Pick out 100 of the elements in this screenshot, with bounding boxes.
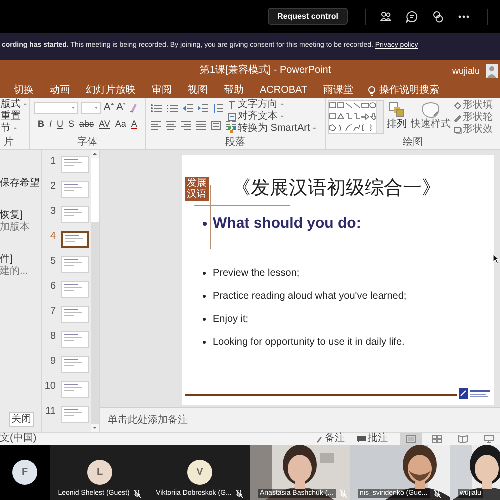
ribbon-tab[interactable]: 切换	[12, 84, 36, 98]
notes-button[interactable]: 备注	[316, 434, 345, 444]
ribbon-tab[interactable]: 视图	[186, 84, 210, 98]
pen-icon	[454, 114, 462, 122]
avatar: V	[188, 460, 212, 485]
ribbon-command[interactable]: 重置	[1, 111, 28, 123]
bullet-icon	[203, 341, 206, 344]
format-button[interactable]: U	[57, 119, 64, 130]
format-button[interactable]: AV	[99, 119, 110, 130]
scrollbar-thumb[interactable]	[91, 158, 99, 222]
comment-icon	[357, 436, 366, 442]
slide-number: 3	[49, 206, 56, 218]
close-button[interactable]: 关闭	[9, 412, 34, 427]
mic-off-icon	[134, 490, 142, 498]
ribbon-tab[interactable]: 幻灯片放映	[84, 84, 138, 98]
ribbon-command[interactable]: 形状填	[454, 100, 500, 112]
quick-styles-button[interactable]: 快速样式	[410, 100, 452, 137]
format-button[interactable]: A	[131, 119, 138, 130]
slideshow-icon	[484, 435, 494, 443]
bullet-text: Practice reading aloud what you've learned;	[213, 290, 407, 304]
ribbon-tab[interactable]: 帮助	[222, 84, 246, 98]
bullet-icon	[203, 318, 206, 321]
recovery-title: 恢复]	[0, 210, 24, 222]
scroll-down-icon[interactable]	[91, 424, 99, 432]
more-icon[interactable]	[458, 14, 470, 18]
ribbon-tab[interactable]: 动画	[48, 84, 72, 98]
ribbon-command[interactable]: 节 -	[1, 123, 28, 135]
user-icon[interactable]	[486, 64, 498, 78]
bullet-text: Enjoy it;	[213, 313, 249, 327]
recovery-title: 件]	[0, 254, 14, 266]
slide-number: 5	[49, 256, 56, 268]
group-label: 字体	[76, 137, 98, 149]
slide-number: 4	[49, 231, 56, 243]
group-label: 段落	[224, 137, 246, 149]
line-spacing-icon[interactable]	[213, 104, 223, 113]
shrink-font-button[interactable]: A	[116, 102, 126, 114]
align-left-icon[interactable]	[151, 121, 161, 130]
ribbon-command[interactable]: 转换为 SmartArt -	[228, 123, 316, 135]
align-right-icon[interactable]	[181, 121, 191, 130]
scroll-up-icon[interactable]	[91, 150, 99, 158]
shape-effects-icon	[454, 126, 462, 134]
down-caret-icon	[123, 103, 126, 105]
window-title: 第1课[兼容模式] - PowerPoint	[200, 66, 332, 76]
shape-gallery[interactable]	[328, 100, 384, 134]
distributed-icon[interactable]	[211, 121, 221, 130]
bullet-text: Looking for opportunity to use it in daily life.	[213, 336, 405, 350]
notes-icon	[316, 436, 323, 442]
reaction-icon[interactable]	[432, 10, 444, 22]
ribbon-command[interactable]: 文字方向 -	[228, 99, 316, 111]
request-control-button[interactable]: Request control	[268, 8, 348, 25]
text-direction-icon	[228, 101, 236, 109]
decrease-indent-icon[interactable]	[183, 104, 193, 113]
arrange-button[interactable]: 排列	[386, 100, 408, 137]
slide-thumbnail[interactable]	[61, 231, 89, 248]
ribbon-command[interactable]: 对齐文本 -	[228, 111, 316, 123]
format-button[interactable]: I	[50, 119, 52, 130]
group-label: 绘图	[402, 137, 424, 149]
ribbon-command[interactable]: 版式 -	[1, 99, 28, 111]
normal-view-icon	[406, 435, 416, 443]
font-size-field[interactable]	[81, 102, 101, 114]
grow-font-button[interactable]: A	[104, 102, 114, 114]
ribbon-tab[interactable]: 审阅	[150, 84, 174, 98]
font-name-field[interactable]	[34, 102, 78, 114]
columns-icon[interactable]	[226, 121, 236, 130]
slide-number: 8	[49, 331, 56, 343]
ribbon-command[interactable]: 形状效	[454, 124, 500, 136]
avatar: L	[88, 460, 112, 485]
slide-number: 10	[44, 381, 56, 393]
notes-field[interactable]: 单击此处添加备注	[108, 412, 188, 428]
view-button[interactable]	[400, 433, 422, 445]
mic-off-icon	[236, 490, 244, 498]
ribbon-tab[interactable]: ACROBAT	[258, 84, 310, 98]
bullet-icon	[203, 222, 207, 226]
slide-number: 1	[49, 156, 56, 168]
caret-icon	[95, 107, 98, 109]
format-button[interactable]: abc	[80, 119, 94, 130]
user-name: wujialu	[452, 66, 480, 76]
align-center-icon[interactable]	[166, 121, 176, 130]
reading-view-icon	[458, 435, 468, 443]
ribbon-command[interactable]: 形状轮	[454, 112, 500, 124]
slide-title: 《发展汉语初级综合一》	[232, 177, 441, 201]
quick-styles-icon	[420, 102, 442, 118]
format-button[interactable]: B	[38, 119, 44, 130]
bullet-list-icon[interactable]	[151, 104, 162, 113]
numbered-list-icon[interactable]	[167, 104, 178, 113]
people-icon[interactable]	[380, 10, 392, 22]
tell-me-search[interactable]: 操作说明搜索	[368, 84, 440, 98]
mic-off-icon	[340, 490, 348, 498]
comments-button[interactable]: 批注	[357, 434, 388, 444]
clear-format-icon[interactable]	[129, 103, 138, 113]
chat-icon[interactable]	[406, 10, 418, 22]
format-button[interactable]: S	[68, 119, 75, 130]
slide-number: 9	[49, 356, 56, 368]
increase-indent-icon[interactable]	[198, 104, 208, 113]
recovery-detail: 建的...	[0, 266, 30, 278]
align-text-icon	[228, 113, 236, 121]
justify-icon[interactable]	[196, 121, 206, 130]
ribbon-tab[interactable]: 雨课堂	[322, 84, 356, 98]
format-button[interactable]: Aa	[115, 119, 126, 130]
smartart-icon	[228, 125, 236, 133]
